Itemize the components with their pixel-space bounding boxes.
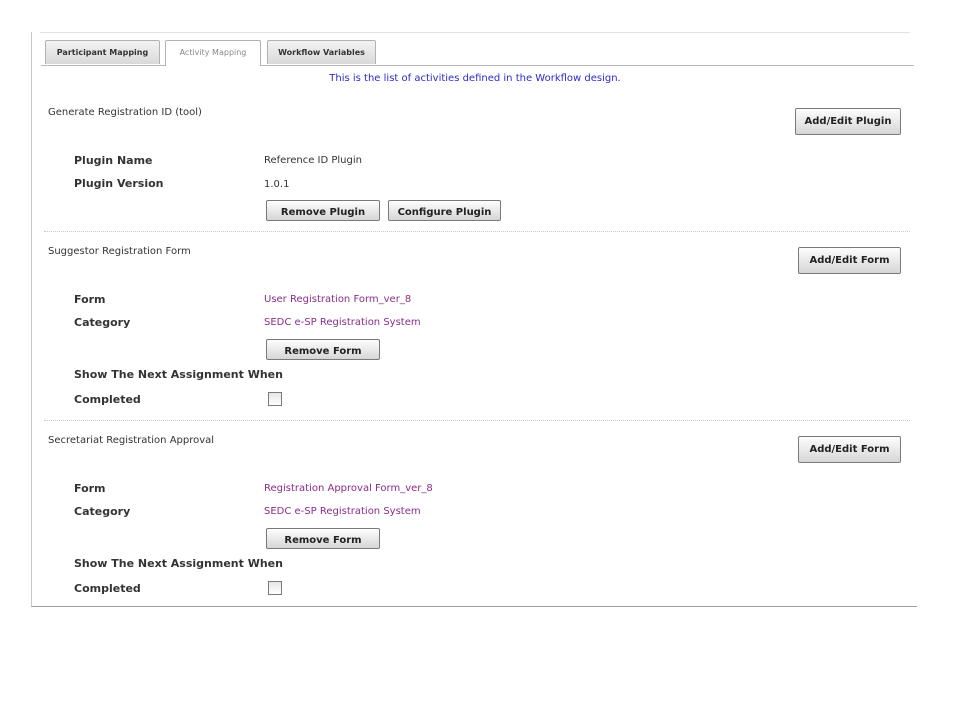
remove-plugin-button[interactable]: Remove Plugin xyxy=(266,200,380,221)
add-edit-plugin-button[interactable]: Add/Edit Plugin xyxy=(795,108,901,135)
top-border xyxy=(40,32,910,33)
category-value[interactable]: SEDC e-SP Registration System xyxy=(264,506,421,517)
intro-text: This is the list of activities defined i… xyxy=(329,73,621,84)
tab-activity-mapping[interactable]: Activity Mapping xyxy=(165,40,261,66)
form-value[interactable]: Registration Approval Form_ver_8 xyxy=(264,483,433,494)
category-label: Category xyxy=(74,316,131,329)
show-next-assignment-label: Show The Next Assignment When xyxy=(74,368,283,381)
category-value[interactable]: SEDC e-SP Registration System xyxy=(264,317,421,328)
show-next-assignment-checkbox[interactable] xyxy=(268,581,282,595)
activity-title-suggestor-registration-form: Suggestor Registration Form xyxy=(48,246,191,257)
add-edit-form-button[interactable]: Add/Edit Form xyxy=(798,247,901,274)
form-label: Form xyxy=(74,482,106,495)
plugin-version-value: 1.0.1 xyxy=(264,179,290,190)
content-panel xyxy=(31,32,917,607)
form-value[interactable]: User Registration Form_ver_8 xyxy=(264,294,411,305)
tab-workflow-variables[interactable]: Workflow Variables xyxy=(267,40,376,64)
form-label: Form xyxy=(74,293,106,306)
show-next-assignment-label: Show The Next Assignment When xyxy=(74,557,283,570)
tab-bar: Participant Mapping Activity Mapping Wor… xyxy=(41,40,914,66)
show-next-assignment-checkbox[interactable] xyxy=(268,392,282,406)
remove-form-button[interactable]: Remove Form xyxy=(266,528,380,549)
activity-title-secretariat-registration-approval: Secretariat Registration Approval xyxy=(48,435,215,446)
section-divider xyxy=(44,231,910,232)
configure-plugin-button[interactable]: Configure Plugin xyxy=(388,200,501,221)
section-divider xyxy=(44,420,910,421)
add-edit-form-button[interactable]: Add/Edit Form xyxy=(798,436,901,463)
plugin-name-value: Reference ID Plugin xyxy=(264,155,362,166)
plugin-version-label: Plugin Version xyxy=(74,177,164,190)
completed-label: Completed xyxy=(74,582,141,595)
completed-label: Completed xyxy=(74,393,141,406)
category-label: Category xyxy=(74,505,131,518)
plugin-name-label: Plugin Name xyxy=(74,154,153,167)
activity-title-generate-registration-id: Generate Registration ID (tool) xyxy=(48,107,202,118)
tab-participant-mapping[interactable]: Participant Mapping xyxy=(45,40,160,64)
remove-form-button[interactable]: Remove Form xyxy=(266,339,380,360)
